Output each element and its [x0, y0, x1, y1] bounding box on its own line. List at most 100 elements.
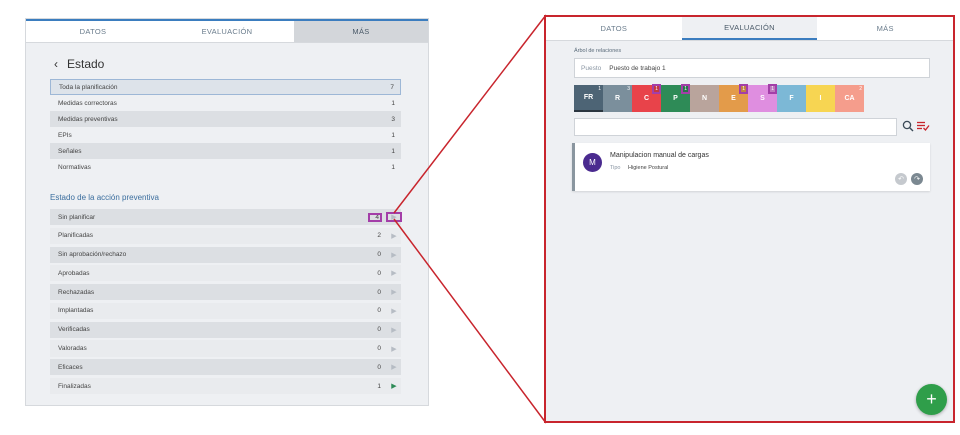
- play-icon[interactable]: ▶: [387, 345, 401, 353]
- row-count: 1: [391, 99, 395, 107]
- row-count: 3: [391, 115, 395, 123]
- row-count: 0: [377, 307, 381, 315]
- tab-datos[interactable]: DATOS: [546, 17, 682, 40]
- state-row-sin-aprobacion[interactable]: Sin aprobación/rechazo 0 ▶: [50, 246, 401, 263]
- puesto-field[interactable]: Puesto Puesto de trabajo 1: [574, 58, 930, 78]
- left-tab-bar: DATOS EVALUACIÓN MÁS: [26, 19, 428, 43]
- chip-label: FR: [583, 94, 594, 101]
- summary-row-normativas[interactable]: Normativas 1: [50, 159, 401, 175]
- row-label: Medidas correctoras: [58, 99, 117, 107]
- filter-list-icon[interactable]: [916, 120, 930, 132]
- row-label: Rechazadas: [58, 288, 95, 296]
- back-header[interactable]: ‹ Estado: [54, 57, 104, 71]
- state-row-planificadas[interactable]: Planificadas 2 ▶: [50, 227, 401, 244]
- row-label: Valoradas: [58, 345, 87, 353]
- row-label: Medidas preventivas: [58, 115, 118, 123]
- row-count: 0: [377, 363, 381, 371]
- row-label: Señales: [58, 147, 82, 155]
- summary-row-correctoras[interactable]: Medidas correctoras 1: [50, 95, 401, 111]
- tab-mas[interactable]: MÁS: [817, 17, 953, 40]
- state-row-eficaces[interactable]: Eficaces 0 ▶: [50, 359, 401, 376]
- chip-e[interactable]: E 1: [719, 84, 748, 112]
- chip-badge: 1: [598, 86, 601, 92]
- row-count: 2: [377, 232, 381, 240]
- avatar: M: [583, 153, 602, 172]
- play-icon[interactable]: ▶: [387, 307, 401, 315]
- state-row-verificadas[interactable]: Verificadas 0 ▶: [50, 321, 401, 338]
- row-count: 0: [377, 288, 381, 296]
- chip-f[interactable]: F: [777, 85, 806, 112]
- search-input[interactable]: [574, 118, 897, 136]
- chip-label: CA: [844, 95, 855, 102]
- play-icon[interactable]: ▶: [386, 212, 402, 223]
- chip-label: S: [760, 95, 765, 102]
- play-icon[interactable]: ▶: [387, 288, 401, 296]
- relations-label: Árbol de relaciones: [574, 48, 622, 54]
- row-label: Implantadas: [58, 307, 94, 315]
- chip-n[interactable]: N: [690, 85, 719, 112]
- category-chips: FR 1 R 3 C 1 P 1 N E 1 S 1 F I CA 2: [574, 84, 864, 112]
- chevron-left-icon[interactable]: ‹: [54, 57, 58, 71]
- row-label: Verificadas: [58, 326, 90, 334]
- row-count: 1: [377, 382, 381, 390]
- list-item[interactable]: M Manipulacion manual de cargas Tipo Hig…: [572, 143, 930, 191]
- tab-evaluacion[interactable]: EVALUACIÓN: [681, 17, 818, 40]
- state-list: Sin planificar 4 ▶ Planificadas 2 ▶ Sin …: [50, 209, 402, 397]
- play-icon[interactable]: ▶: [387, 326, 401, 334]
- row-count: 7: [390, 83, 394, 91]
- chip-badge: 1: [681, 84, 690, 94]
- tab-evaluacion[interactable]: EVALUACIÓN: [160, 21, 294, 42]
- row-count: 0: [377, 326, 381, 334]
- state-row-sin-planificar[interactable]: Sin planificar 4 ▶: [50, 209, 402, 226]
- tab-mas[interactable]: MÁS: [294, 21, 428, 42]
- play-icon[interactable]: ▶: [387, 251, 401, 259]
- redo-icon[interactable]: ↷: [911, 173, 923, 185]
- row-count: 0: [377, 345, 381, 353]
- puesto-key: Puesto: [581, 64, 602, 72]
- summary-row-epis[interactable]: EPIs 1: [50, 127, 401, 143]
- chip-fr[interactable]: FR 1: [574, 85, 603, 112]
- chip-c[interactable]: C 1: [632, 84, 661, 112]
- chip-s[interactable]: S 1: [748, 84, 777, 112]
- card-type: Tipo Higiene Postural: [610, 165, 668, 171]
- summary-row-senales[interactable]: Señales 1: [50, 143, 401, 159]
- row-label: Sin aprobación/rechazo: [58, 251, 127, 259]
- chip-label: E: [731, 95, 736, 102]
- type-key: Tipo: [610, 165, 621, 171]
- state-row-finalizadas[interactable]: Finalizadas 1 ▶: [50, 378, 401, 395]
- play-icon[interactable]: ▶: [387, 232, 401, 240]
- summary-row-toda[interactable]: Toda la planificación 7: [50, 79, 401, 95]
- row-count: 0: [377, 251, 381, 259]
- chip-p[interactable]: P 1: [661, 84, 690, 112]
- chip-label: F: [789, 95, 794, 102]
- puesto-value: Puesto de trabajo 1: [609, 64, 666, 72]
- play-icon[interactable]: ▶: [387, 382, 401, 390]
- play-icon[interactable]: ▶: [387, 363, 401, 371]
- chip-i[interactable]: I: [806, 85, 835, 112]
- zoomed-panel: DATOS EVALUACIÓN MÁS Árbol de relaciones…: [544, 15, 955, 423]
- right-tab-bar: DATOS EVALUACIÓN MÁS: [546, 17, 953, 41]
- row-label: EPIs: [58, 131, 72, 139]
- row-count: 0: [377, 269, 381, 277]
- state-row-aprobadas[interactable]: Aprobadas 0 ▶: [50, 265, 401, 282]
- search-icon[interactable]: [902, 120, 914, 132]
- section-title: Estado de la acción preventiva: [50, 193, 159, 202]
- play-icon[interactable]: ▶: [387, 269, 401, 277]
- tab-datos[interactable]: DATOS: [26, 21, 160, 42]
- chip-label: I: [819, 95, 822, 102]
- chip-r[interactable]: R 3: [603, 85, 632, 112]
- row-label: Aprobadas: [58, 269, 90, 277]
- add-button[interactable]: +: [916, 384, 947, 415]
- state-row-implantadas[interactable]: Implantadas 0 ▶: [50, 302, 401, 319]
- state-row-rechazadas[interactable]: Rechazadas 0 ▶: [50, 284, 401, 301]
- chip-ca[interactable]: CA 2: [835, 85, 864, 112]
- chip-label: R: [614, 95, 621, 102]
- row-count: 1: [391, 163, 395, 171]
- row-label: Planificadas: [58, 232, 94, 240]
- type-value: Higiene Postural: [628, 165, 669, 171]
- undo-icon[interactable]: ↶: [895, 173, 907, 185]
- state-row-valoradas[interactable]: Valoradas 0 ▶: [50, 340, 401, 357]
- chip-badge: 1: [739, 84, 748, 94]
- summary-row-preventivas[interactable]: Medidas preventivas 3: [50, 111, 401, 127]
- left-panel: DATOS EVALUACIÓN MÁS ‹ Estado Toda la pl…: [25, 18, 429, 406]
